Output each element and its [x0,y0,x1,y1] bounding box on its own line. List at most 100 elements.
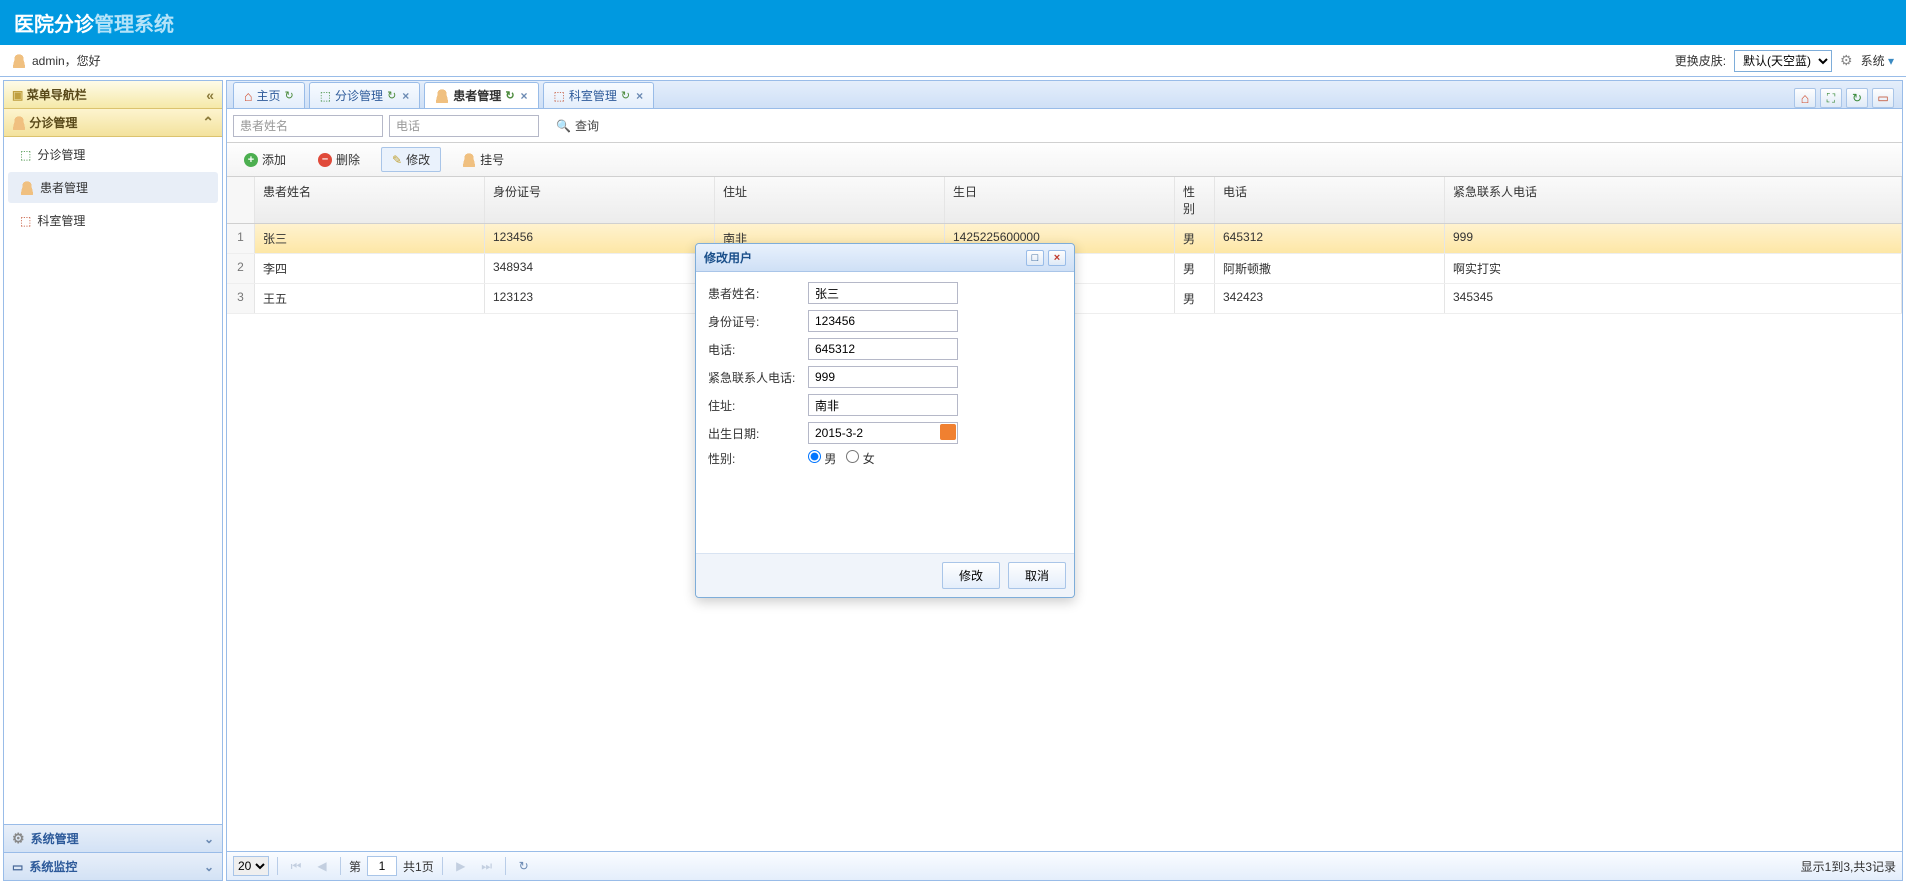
refresh-icon[interactable]: ↻ [387,89,396,102]
system-menu[interactable]: 系统 ▾ [1861,52,1894,69]
collapse-icon[interactable]: « [206,87,214,103]
monitor-icon: ▭ [12,860,23,874]
col-header-name[interactable]: 患者姓名 [255,177,485,223]
sidebar-item-triage[interactable]: ⬚ 分诊管理 [8,139,218,170]
field-label-sex: 性别: [708,450,808,467]
search-name-input[interactable] [233,115,383,137]
refresh-icon: ↻ [1852,91,1862,105]
col-header-addr[interactable]: 住址 [715,177,945,223]
tool-refresh-button[interactable]: ↻ [1846,88,1868,108]
next-page-button[interactable]: ▶ [451,856,471,876]
close-icon[interactable]: × [636,89,643,103]
user-icon [462,153,476,167]
close-icon[interactable]: × [521,89,528,103]
home-icon: ⌂ [1801,90,1809,106]
register-button[interactable]: 挂号 [451,147,515,172]
total-pages-label: 共1页 [403,858,434,875]
search-bar: 🔍 查询 [227,109,1902,143]
banner-part1: 医院分诊 [14,14,94,36]
hierarchy-icon: ⬚ [320,89,331,103]
pager: 20 ⏮ ◀ 第 共1页 ▶ ⏭ ↻ 显示1到3,共3记录 [227,851,1902,880]
last-page-button[interactable]: ⏭ [477,856,497,876]
field-label-em: 紧急联系人电话: [708,369,808,386]
sidebar-nav-header[interactable]: ▣ 菜单导航栏 « [4,81,222,109]
dialog-cancel-button[interactable]: 取消 [1008,562,1066,589]
tab-home[interactable]: ⌂ 主页 ↻ [233,82,305,108]
delete-icon: – [318,153,332,167]
add-icon: + [244,153,258,167]
user-bar: admin，您好 更换皮肤: 默认(天空蓝) ⚙ 系统 ▾ [0,45,1906,77]
folder-icon: ▣ [12,88,23,102]
name-input[interactable] [808,282,958,304]
col-header-sex[interactable]: 性别 [1175,177,1215,223]
calendar-icon[interactable] [940,424,956,440]
banner-part2: 管理系统 [94,14,174,36]
edit-button[interactable]: ✎修改 [381,147,441,172]
sex-female-radio[interactable]: 女 [846,450,874,467]
skin-select[interactable]: 默认(天空蓝) [1734,50,1832,72]
tool-fullscreen-button[interactable]: ⛶ [1820,88,1842,108]
pager-info: 显示1到3,共3记录 [1801,858,1896,875]
refresh-icon[interactable]: ↻ [505,89,514,102]
col-header-tel[interactable]: 电话 [1215,177,1445,223]
dialog-title: 修改用户 [704,249,752,266]
fullscreen-icon: ⛶ [1827,91,1835,106]
refresh-page-button[interactable]: ↻ [514,856,534,876]
addr-input[interactable] [808,394,958,416]
search-icon: 🔍 [556,119,571,133]
skin-label: 更换皮肤: [1675,52,1726,69]
gear-icon: ⚙ [12,830,25,847]
user-icon [12,54,26,68]
page-input[interactable] [367,856,397,876]
close-button[interactable]: × [1048,250,1066,266]
tab-patient[interactable]: 患者管理 ↻ × [424,82,538,108]
id-input[interactable] [808,310,958,332]
department-icon: ⬚ [20,214,31,228]
field-label-name: 患者姓名: [708,285,808,302]
maximize-button[interactable]: □ [1026,250,1044,266]
edit-icon: ✎ [392,153,402,167]
col-header-birth[interactable]: 生日 [945,177,1175,223]
field-label-tel: 电话: [708,341,808,358]
sidebar: ▣ 菜单导航栏 « 分诊管理 ⌃ ⬚ 分诊管理 患者管理 ⬚ [3,80,223,881]
department-icon: ⬚ [554,89,565,103]
dialog-header[interactable]: 修改用户 □ × [696,244,1074,272]
collapse-group-icon[interactable]: ⌃ [202,114,214,131]
prev-page-button[interactable]: ◀ [312,856,332,876]
sex-male-radio[interactable]: 男 [808,450,836,467]
add-button[interactable]: +添加 [233,147,297,172]
col-header-emtel[interactable]: 紧急联系人电话 [1445,177,1902,223]
gear-icon: ⚙ [1840,52,1853,69]
accordion-system-monitor[interactable]: ▭ 系统监控 ⌄ [4,852,222,880]
first-page-button[interactable]: ⏮ [286,856,306,876]
close-icon[interactable]: × [402,89,409,103]
refresh-icon[interactable]: ↻ [621,89,630,102]
refresh-icon[interactable]: ↻ [284,89,293,102]
delete-button[interactable]: –删除 [307,147,371,172]
tab-department[interactable]: ⬚ 科室管理 ↻ × [543,82,655,108]
sidebar-item-patient[interactable]: 患者管理 [8,172,218,203]
birth-input[interactable] [808,422,958,444]
page-size-select[interactable]: 20 [233,856,269,876]
field-label-addr: 住址: [708,397,808,414]
sidebar-group-header[interactable]: 分诊管理 ⌃ [4,109,222,137]
sidebar-item-department[interactable]: ⬚ 科室管理 [8,205,218,236]
app-banner: 医院分诊管理系统 [0,0,1906,45]
tool-home-button[interactable]: ⌂ [1794,88,1816,108]
page-label: 第 [349,858,361,875]
user-icon [435,89,449,103]
dialog-ok-button[interactable]: 修改 [942,562,1000,589]
search-tel-input[interactable] [389,115,539,137]
toolbar: +添加 –删除 ✎修改 挂号 [227,143,1902,177]
tab-bar: ⌂ 主页 ↻ ⬚ 分诊管理 ↻ × 患者管理 ↻ × ⬚ [226,80,1903,108]
expand-icon: ⌄ [204,860,214,874]
hierarchy-icon: ⬚ [20,148,31,162]
query-button[interactable]: 🔍 查询 [545,114,610,137]
edit-user-dialog: 修改用户 □ × 患者姓名: 身份证号: 电话: 紧急联系人电话: 住址: 出生… [695,243,1075,598]
accordion-system-manage[interactable]: ⚙ 系统管理 ⌄ [4,824,222,852]
em-input[interactable] [808,366,958,388]
tel-input[interactable] [808,338,958,360]
tab-triage[interactable]: ⬚ 分诊管理 ↻ × [309,82,421,108]
col-header-idcard[interactable]: 身份证号 [485,177,715,223]
tool-more-button[interactable]: ▭ [1872,88,1894,108]
